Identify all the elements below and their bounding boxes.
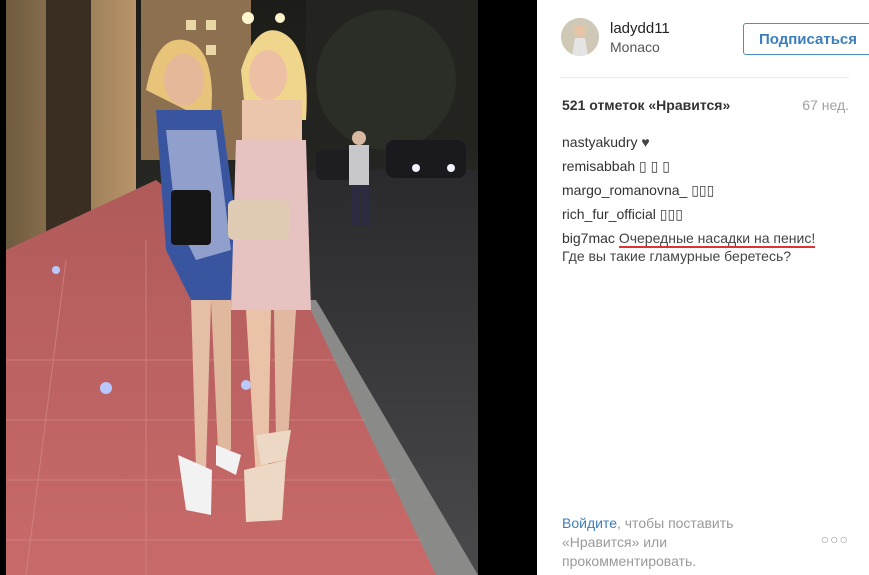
- follow-button[interactable]: Подписаться: [743, 23, 869, 55]
- avatar[interactable]: [561, 18, 599, 56]
- comment-item: margo_romanovna_ ▯▯▯: [562, 181, 852, 199]
- comment-username[interactable]: big7mac: [562, 230, 615, 246]
- comment-text: ▯ ▯ ▯: [639, 158, 670, 174]
- avatar-image: [561, 18, 599, 56]
- comments-list: nastyakudry ♥ remisabbah ▯ ▯ ▯ margo_rom…: [562, 133, 852, 271]
- comment-item: big7mac Очередные насадки на пенис! Где …: [562, 229, 852, 265]
- post-sidebar: ladydd11 Monaco Подписаться 521 отметок …: [537, 0, 869, 575]
- comment-text: Очередные насадки на пенис!: [618, 230, 816, 248]
- comment-username[interactable]: rich_fur_official: [562, 206, 656, 222]
- comment-username[interactable]: remisabbah: [562, 158, 635, 174]
- likes-count[interactable]: 521 отметок «Нравится»: [562, 97, 730, 113]
- comment-text: ♥: [641, 134, 650, 150]
- post-age[interactable]: 67 нед.: [802, 97, 849, 113]
- comment-item: nastyakudry ♥: [562, 133, 852, 151]
- comment-item: rich_fur_official ▯▯▯: [562, 205, 852, 223]
- header-divider: [561, 77, 849, 78]
- comment-text: ▯▯▯: [659, 206, 683, 222]
- location[interactable]: Monaco: [610, 39, 660, 55]
- photo-pane: [0, 0, 537, 575]
- comment-item: remisabbah ▯ ▯ ▯: [562, 157, 852, 175]
- photo-illustration: [6, 0, 478, 575]
- comment-username[interactable]: margo_romanovna_: [562, 182, 687, 198]
- post-photo[interactable]: [6, 0, 478, 575]
- login-link[interactable]: Войдите: [562, 515, 617, 531]
- comment-text: ▯▯▯: [691, 182, 715, 198]
- more-options-icon[interactable]: ○○○: [821, 531, 849, 547]
- username[interactable]: ladydd11: [610, 20, 670, 37]
- login-prompt: Войдите, чтобы поставить «Нравится» или …: [562, 514, 782, 571]
- post-header: ladydd11 Monaco Подписаться: [561, 16, 869, 60]
- comment-text-continued: Где вы такие гламурные беретесь?: [562, 248, 792, 264]
- instagram-post-frame: ladydd11 Monaco Подписаться 521 отметок …: [0, 0, 869, 575]
- comment-username[interactable]: nastyakudry: [562, 134, 637, 150]
